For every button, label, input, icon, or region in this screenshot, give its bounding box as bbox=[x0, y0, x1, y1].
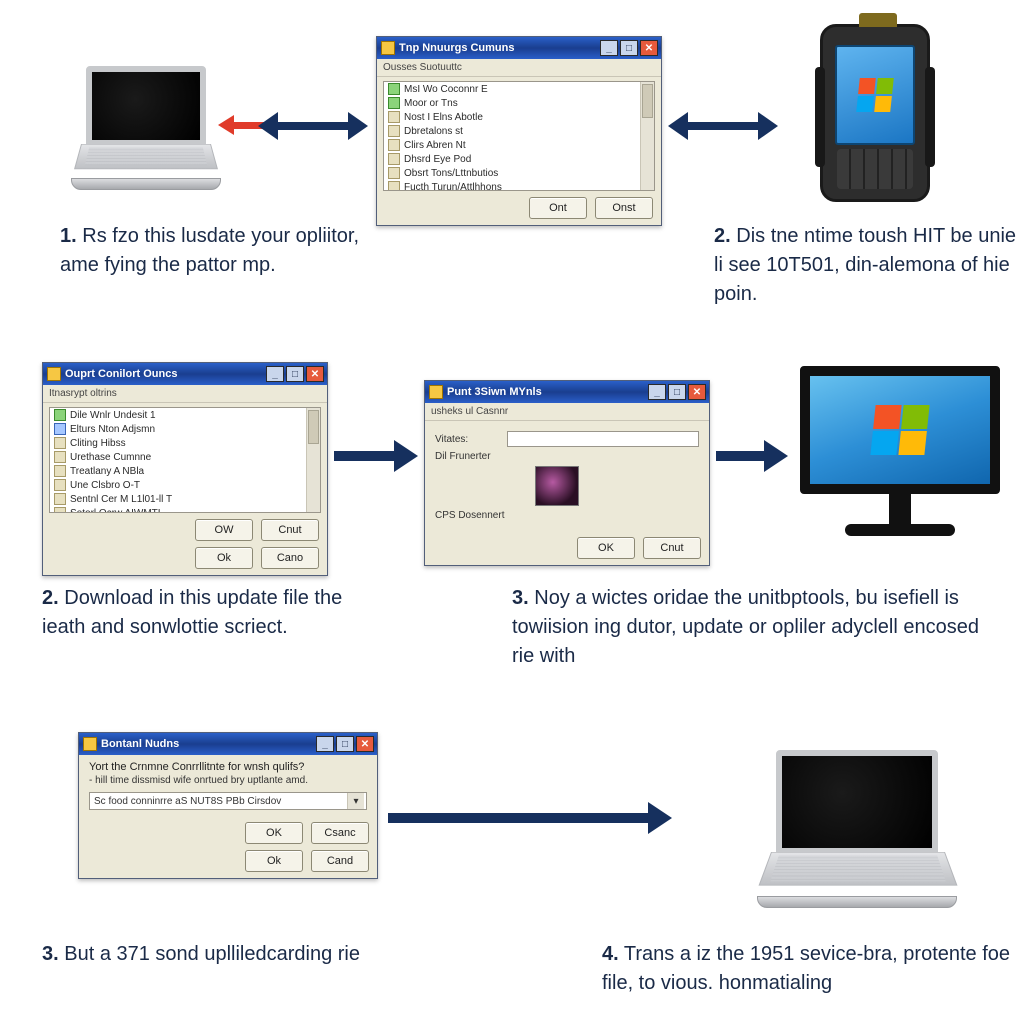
form-row-2: Dil Frunerter bbox=[435, 451, 699, 462]
dialog-top-titlebar[interactable]: Tnp Nnuurgs Cumuns _ □ ✕ bbox=[377, 37, 661, 59]
minimize-icon[interactable]: _ bbox=[316, 736, 334, 752]
bi-arrow-right bbox=[668, 112, 778, 140]
maximize-icon[interactable]: □ bbox=[286, 366, 304, 382]
dialog-left-cancel2-button[interactable]: Cano bbox=[261, 547, 319, 569]
arrow-row2-right bbox=[716, 440, 788, 472]
dialog-left: Ouprt Conilort Ouncs _ □ ✕ Itnasrypt olt… bbox=[42, 362, 328, 576]
laptop-device-top bbox=[86, 66, 221, 190]
maximize-icon[interactable]: □ bbox=[668, 384, 686, 400]
dialog-left-titlebar[interactable]: Ouprt Conilort Ouncs _ □ ✕ bbox=[43, 363, 327, 385]
caption-2: 2. Dis tne ntime toush HIT be unie li se… bbox=[714, 222, 1024, 309]
dialog-bottom-title: Bontanl Nudns bbox=[101, 738, 179, 750]
caption-1: 1. Rs fzo this lusdate your opliitor, am… bbox=[60, 222, 400, 280]
caption-5: 3. But a 371 sond uplliledcarding rie bbox=[42, 940, 360, 969]
caption-6: 4. Trans a iz the 1951 sevice-bra, prote… bbox=[602, 940, 1012, 998]
dialog-bottom-titlebar[interactable]: Bontanl Nudns _ □ ✕ bbox=[79, 733, 377, 755]
close-icon[interactable]: ✕ bbox=[356, 736, 374, 752]
dialog-left-list[interactable]: Dile Wnlr Undesit 1 Elturs Nton Adjsmn C… bbox=[49, 407, 321, 513]
arrow-row2-left bbox=[334, 440, 418, 472]
scrollbar[interactable] bbox=[306, 408, 320, 512]
dialog-bottom: Bontanl Nudns _ □ ✕ Yort the Crnmne Conr… bbox=[78, 732, 378, 879]
minimize-icon[interactable]: _ bbox=[600, 40, 618, 56]
app-icon bbox=[429, 385, 443, 399]
laptop-device-bottom bbox=[776, 750, 957, 908]
dialog-mid: Punt 3Siwn MYnls _ □ ✕ usheks ul Casnnr … bbox=[424, 380, 710, 566]
dialog-top: Tnp Nnuurgs Cumuns _ □ ✕ Ousses Suotuutt… bbox=[376, 36, 662, 226]
dialog-mid-subhead: usheks ul Casnnr bbox=[425, 403, 709, 421]
bi-arrow-left bbox=[258, 112, 368, 140]
app-icon bbox=[47, 367, 61, 381]
scrollbar[interactable] bbox=[640, 82, 654, 190]
app-icon bbox=[83, 737, 97, 751]
form-row-3: CPS Dosennert bbox=[435, 510, 699, 521]
minimize-icon[interactable]: _ bbox=[648, 384, 666, 400]
dialog-bottom-question: Yort the Crnmne Conrrllitnte for wnsh qu… bbox=[79, 755, 377, 775]
minimize-icon[interactable]: _ bbox=[266, 366, 284, 382]
combo-box[interactable]: Sc food conninrre aS NUT8S PBb Cirsdov bbox=[89, 792, 367, 810]
desktop-monitor bbox=[800, 366, 1000, 536]
dialog-left-ok2-button[interactable]: Ok bbox=[195, 547, 253, 569]
dialog-mid-ok-button[interactable]: OK bbox=[577, 537, 635, 559]
caption-4: 3. Noy a wictes oridae the unitbptools, … bbox=[512, 584, 982, 671]
preview-thumbnail bbox=[535, 466, 579, 506]
maximize-icon[interactable]: □ bbox=[336, 736, 354, 752]
arrow-row3 bbox=[388, 802, 672, 834]
close-icon[interactable]: ✕ bbox=[306, 366, 324, 382]
close-icon[interactable]: ✕ bbox=[688, 384, 706, 400]
dialog-left-ok1-button[interactable]: OW bbox=[195, 519, 253, 541]
dialog-left-subhead: Itnasrypt oltrins bbox=[43, 385, 327, 403]
dialog-mid-title: Punt 3Siwn MYnls bbox=[447, 386, 542, 398]
app-icon bbox=[381, 41, 395, 55]
dialog-top-list[interactable]: MsI Wo Coconnr E Moor or Tns Nost I Elns… bbox=[383, 81, 655, 191]
maximize-icon[interactable]: □ bbox=[620, 40, 638, 56]
dialog-top-ok-button[interactable]: Ont bbox=[529, 197, 587, 219]
text-input[interactable] bbox=[507, 431, 699, 447]
dialog-top-title: Tnp Nnuurgs Cumuns bbox=[399, 42, 515, 54]
dialog-bottom-ok2-button[interactable]: Ok bbox=[245, 850, 303, 872]
dialog-bottom-cancel2-button[interactable]: Cand bbox=[311, 850, 369, 872]
dialog-left-title: Ouprt Conilort Ouncs bbox=[65, 368, 177, 380]
dialog-mid-cancel-button[interactable]: Cnut bbox=[643, 537, 701, 559]
dialog-top-cancel-button[interactable]: Onst bbox=[595, 197, 653, 219]
dialog-left-cancel1-button[interactable]: Cnut bbox=[261, 519, 319, 541]
dialog-bottom-subtext: - hill time dissmisd wife onrtued bry up… bbox=[79, 775, 377, 790]
caption-3: 2. Download in this update file the ieat… bbox=[42, 584, 362, 642]
rugged-handheld bbox=[820, 24, 930, 202]
form-row-1: Vitates: bbox=[435, 431, 699, 447]
dialog-bottom-ok1-button[interactable]: OK bbox=[245, 822, 303, 844]
dialog-top-subhead: Ousses Suotuuttc bbox=[377, 59, 661, 77]
close-icon[interactable]: ✕ bbox=[640, 40, 658, 56]
dialog-mid-titlebar[interactable]: Punt 3Siwn MYnls _ □ ✕ bbox=[425, 381, 709, 403]
dialog-bottom-cancel1-button[interactable]: Csanc bbox=[311, 822, 369, 844]
